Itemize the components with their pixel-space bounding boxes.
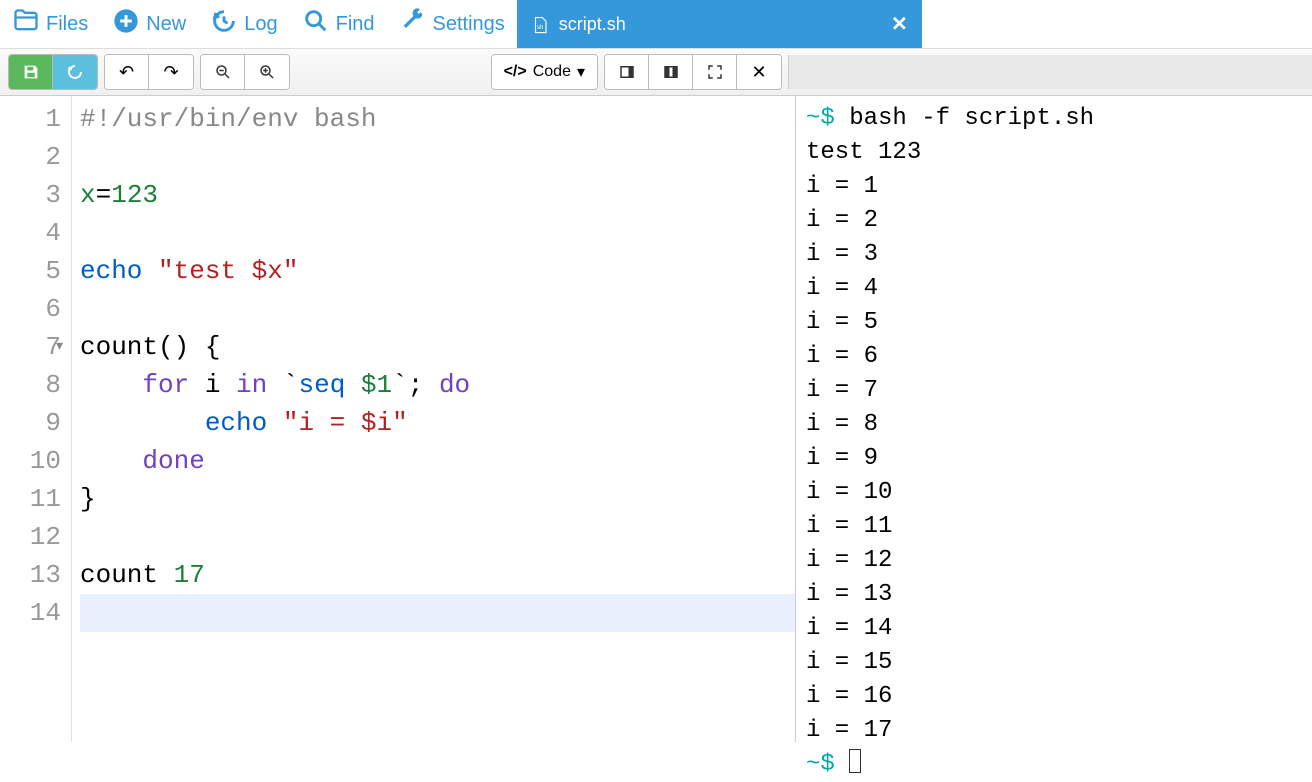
code-line[interactable] (80, 518, 795, 556)
save-group (8, 54, 98, 90)
wrench-icon (399, 7, 427, 41)
redo-button[interactable]: ↷ (149, 55, 193, 89)
terminal-output-line: i = 13 (806, 578, 1302, 612)
history-icon (210, 7, 238, 41)
fold-marker-icon[interactable]: ▾ (56, 328, 63, 366)
panel-right-button[interactable] (605, 55, 649, 89)
code-line[interactable] (80, 594, 795, 632)
undo-button[interactable]: ↶ (105, 55, 149, 89)
code-line[interactable]: done (80, 442, 795, 480)
script-file-icon: sh (531, 14, 549, 35)
line-number: 5 (0, 252, 61, 290)
terminal-output-line: i = 7 (806, 374, 1302, 408)
terminal-output-line: i = 14 (806, 612, 1302, 646)
terminal-output-line: i = 17 (806, 714, 1302, 748)
code-line[interactable]: x=123 (80, 176, 795, 214)
line-number: 8 (0, 366, 61, 404)
line-number: 12 (0, 518, 61, 556)
find-menu[interactable]: Find (290, 0, 387, 48)
fullscreen-button[interactable] (693, 55, 737, 89)
line-number: 4 (0, 214, 61, 252)
line-number: 11 (0, 480, 61, 518)
caret-down-icon: ▾ (577, 62, 585, 82)
log-menu[interactable]: Log (198, 0, 289, 48)
save-button[interactable] (9, 55, 53, 89)
close-panel-button[interactable]: ✕ (737, 55, 781, 89)
log-label: Log (244, 13, 277, 36)
code-line[interactable] (80, 290, 795, 328)
terminal-command-line: ~$ bash -f script.sh (806, 102, 1302, 136)
terminal-output-line: i = 2 (806, 204, 1302, 238)
zoom-in-button[interactable] (245, 55, 289, 89)
line-gutter: 1234567▾891011121314 (0, 96, 72, 742)
layout-group: ✕ (604, 54, 782, 90)
line-number: 3 (0, 176, 61, 214)
undo-redo-group: ↶ ↷ (104, 54, 194, 90)
terminal-output-line: i = 10 (806, 476, 1302, 510)
code-line[interactable]: } (80, 480, 795, 518)
terminal-output-line: i = 15 (806, 646, 1302, 680)
terminal-output-line: i = 8 (806, 408, 1302, 442)
line-number: 7▾ (0, 328, 61, 366)
svg-text:sh: sh (537, 25, 543, 31)
code-area[interactable]: #!/usr/bin/env bash x=123 echo "test $x" co… (72, 96, 795, 742)
terminal-output-line: i = 6 (806, 340, 1302, 374)
tab-filename: script.sh (559, 14, 626, 35)
line-number: 10 (0, 442, 61, 480)
code-line[interactable]: echo "test $x" (80, 252, 795, 290)
line-number: 9 (0, 404, 61, 442)
settings-label: Settings (433, 13, 505, 36)
code-line[interactable] (80, 138, 795, 176)
search-icon (302, 7, 330, 41)
terminal-pane[interactable]: ~$ bash -f script.shtest 123i = 1i = 2i … (796, 96, 1312, 742)
line-number: 6 (0, 290, 61, 328)
terminal-prompt-line[interactable]: ~$ (806, 748, 1302, 782)
line-number: 2 (0, 138, 61, 176)
line-number: 13 (0, 556, 61, 594)
code-line[interactable]: count 17 (80, 556, 795, 594)
folder-icon (12, 7, 40, 41)
zoom-out-button[interactable] (201, 55, 245, 89)
timetravel-button[interactable] (53, 55, 97, 89)
code-line[interactable]: echo "i = $i" (80, 404, 795, 442)
terminal-output-line: test 123 (806, 136, 1302, 170)
top-menu-bar: Files New Log Find Settings sh script.sh… (0, 0, 1312, 48)
view-mode-group: </> Code ▾ (491, 54, 598, 90)
terminal-cursor (849, 749, 861, 773)
files-label: Files (46, 13, 88, 36)
new-label: New (146, 13, 186, 36)
code-icon: </> (504, 63, 527, 81)
editor-pane: 1234567▾891011121314 #!/usr/bin/env bash… (0, 96, 796, 742)
file-tab-active[interactable]: sh script.sh ✕ (517, 0, 922, 48)
terminal-output-line: i = 9 (806, 442, 1302, 476)
terminal-output-line: i = 1 (806, 170, 1302, 204)
line-number: 1 (0, 100, 61, 138)
code-line[interactable] (80, 214, 795, 252)
terminal-output-line: i = 12 (806, 544, 1302, 578)
code-label: Code (533, 63, 571, 81)
code-line[interactable]: for i in `seq $1`; do (80, 366, 795, 404)
main-area: 1234567▾891011121314 #!/usr/bin/env bash… (0, 96, 1312, 742)
code-line[interactable]: count() { (80, 328, 795, 366)
zoom-group (200, 54, 290, 90)
code-view-button[interactable]: </> Code ▾ (492, 55, 597, 89)
terminal-toolbar-area (788, 55, 1312, 89)
close-tab-icon[interactable]: ✕ (891, 12, 908, 37)
new-menu[interactable]: New (100, 0, 198, 48)
terminal-output-line: i = 11 (806, 510, 1302, 544)
terminal-output-line: i = 3 (806, 238, 1302, 272)
editor-toolbar: ↶ ↷ </> Code ▾ ✕ (0, 48, 1312, 96)
terminal-output-line: i = 4 (806, 272, 1302, 306)
find-label: Find (336, 13, 375, 36)
panel-split-button[interactable] (649, 55, 693, 89)
code-line[interactable]: #!/usr/bin/env bash (80, 100, 795, 138)
files-menu[interactable]: Files (0, 0, 100, 48)
line-number: 14 (0, 594, 61, 632)
terminal-output-line: i = 5 (806, 306, 1302, 340)
terminal-output-line: i = 16 (806, 680, 1302, 714)
settings-menu[interactable]: Settings (387, 0, 517, 48)
plus-circle-icon (112, 7, 140, 41)
